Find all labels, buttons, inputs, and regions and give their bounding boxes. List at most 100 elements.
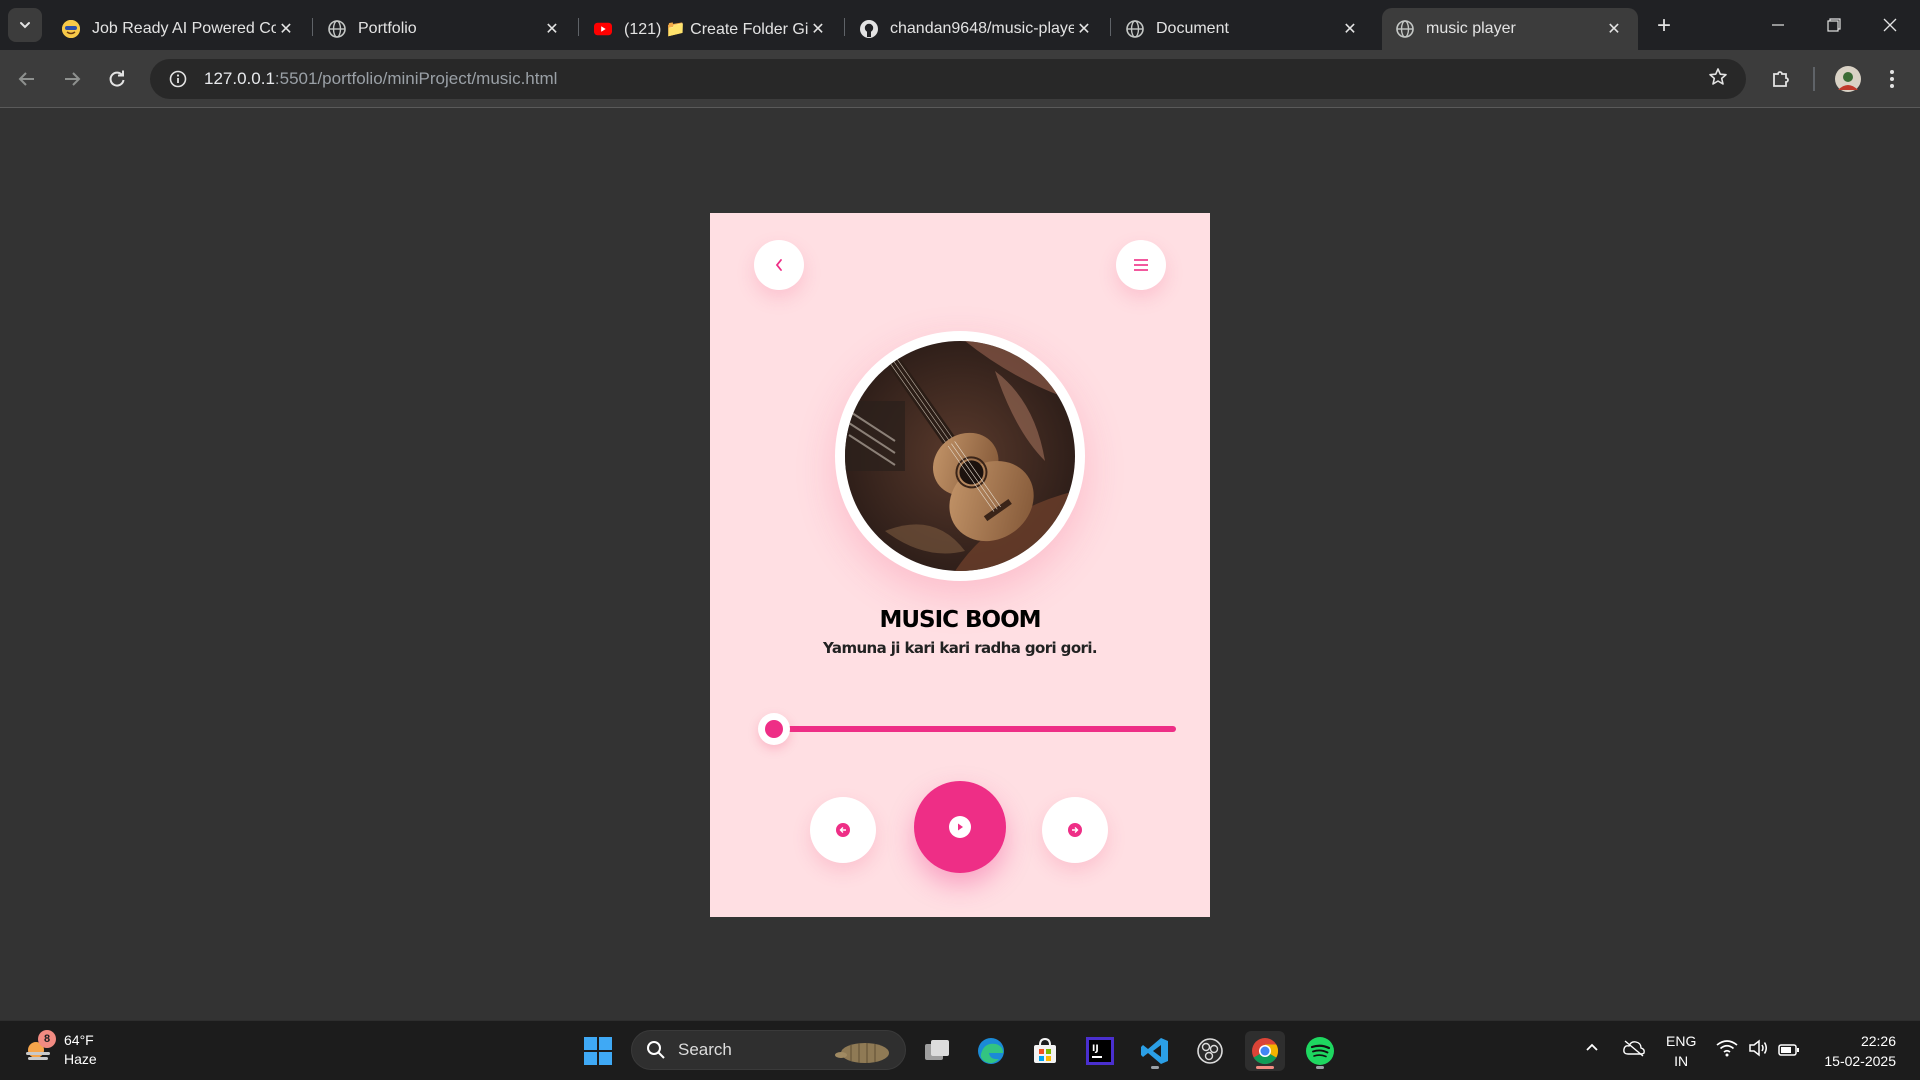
- windows-taskbar: 8 64°F Haze Search IJ ENG IN 22:26 15-02…: [0, 1020, 1920, 1080]
- toolbar-divider: [1813, 67, 1815, 91]
- tab-music-player[interactable]: music player ✕: [1382, 8, 1638, 50]
- bookmark-star-icon[interactable]: [1708, 67, 1728, 93]
- menu-round-button[interactable]: [1116, 240, 1166, 290]
- extensions-button[interactable]: [1765, 63, 1797, 95]
- previous-button[interactable]: [810, 797, 876, 863]
- youtube-icon: [594, 20, 612, 38]
- intellij-app[interactable]: IJ: [1080, 1031, 1120, 1071]
- minimize-icon: [1772, 24, 1784, 26]
- address-bar[interactable]: 127.0.0.1:5501/portfolio/miniProject/mus…: [150, 59, 1746, 99]
- show-hidden-icons-button[interactable]: [1584, 1039, 1600, 1059]
- clock-time: 22:26: [1860, 1033, 1896, 1049]
- browser-toolbar: 127.0.0.1:5501/portfolio/miniProject/mus…: [0, 50, 1920, 108]
- back-button[interactable]: [11, 63, 43, 95]
- tab-title: Document: [1156, 20, 1229, 37]
- globe-icon: [1396, 20, 1414, 38]
- running-indicator: [1151, 1066, 1159, 1069]
- tab-strip: Job Ready AI Powered Coh ✕ Portfolio ✕ (…: [0, 0, 1920, 50]
- profile-avatar[interactable]: [1832, 63, 1864, 95]
- store-icon: [1034, 1037, 1056, 1063]
- next-button[interactable]: [1042, 797, 1108, 863]
- tab-job-ready[interactable]: Job Ready AI Powered Coh ✕: [48, 8, 310, 50]
- chrome-app[interactable]: [1245, 1031, 1285, 1071]
- new-tab-button[interactable]: +: [1650, 12, 1678, 40]
- edge-app[interactable]: [971, 1031, 1011, 1071]
- vscode-app[interactable]: [1135, 1031, 1175, 1071]
- edge-browser-icon: [978, 1038, 1004, 1064]
- song-subtitle: Yamuna ji kari kari radha gori gori.: [823, 639, 1098, 657]
- chevron-up-icon: [1586, 1043, 1598, 1051]
- arrow-forward-icon: [65, 72, 81, 86]
- onedrive-status[interactable]: [1622, 1039, 1646, 1061]
- weather-widget[interactable]: 8 64°F Haze: [22, 1030, 97, 1069]
- site-info-icon[interactable]: [158, 70, 198, 88]
- progress-slider[interactable]: [758, 713, 1176, 745]
- back-round-button[interactable]: [754, 240, 804, 290]
- vscode-icon: [1141, 1038, 1168, 1064]
- play-icon: [949, 816, 971, 838]
- page-viewport: MUSIC BOOM Yamuna ji kari kari radha gor…: [0, 109, 1920, 1020]
- tab-document[interactable]: Document ✕: [1112, 8, 1374, 50]
- puzzle-piece-icon: [1773, 71, 1789, 87]
- emoji-face-icon: [62, 20, 80, 38]
- intellij-idea-icon: IJ: [1086, 1037, 1114, 1065]
- tab-close-icon[interactable]: ✕: [1340, 19, 1360, 39]
- arrow-left-icon: [836, 823, 850, 837]
- tab-separator: [844, 18, 845, 36]
- close-window-button[interactable]: [1862, 0, 1918, 50]
- tab-github[interactable]: chandan9648/music-player ✕: [846, 8, 1108, 50]
- notification-badge: 8: [38, 1030, 56, 1048]
- minimize-button[interactable]: [1750, 0, 1806, 50]
- chevron-down-icon: [20, 22, 30, 29]
- tab-youtube[interactable]: (121) 📁 Create Folder Git ✕: [580, 8, 842, 50]
- region-code: IN: [1674, 1053, 1689, 1069]
- tab-close-icon[interactable]: ✕: [276, 19, 296, 39]
- tab-search-button[interactable]: [8, 8, 42, 42]
- obs-app[interactable]: [1190, 1031, 1230, 1071]
- forward-button[interactable]: [56, 63, 88, 95]
- tab-close-icon[interactable]: ✕: [542, 19, 562, 39]
- tab-close-icon[interactable]: ✕: [808, 19, 828, 39]
- more-vertical-icon: [1890, 70, 1894, 88]
- battery-icon: [1778, 1044, 1800, 1056]
- clock-date: 15-02-2025: [1824, 1053, 1896, 1069]
- song-title: MUSIC BOOM: [879, 607, 1041, 633]
- close-icon: [1883, 18, 1897, 32]
- arrow-back-icon: [18, 72, 34, 86]
- quick-settings-button[interactable]: [1716, 1039, 1800, 1061]
- tab-title: (121) 📁 Create Folder Git: [624, 21, 808, 38]
- chevron-left-icon: [775, 259, 782, 271]
- tab-close-icon[interactable]: ✕: [1604, 19, 1624, 39]
- windows-logo-icon: [584, 1037, 612, 1065]
- tab-close-icon[interactable]: ✕: [1074, 19, 1094, 39]
- tab-title: music player: [1426, 20, 1516, 37]
- progress-track[interactable]: [770, 726, 1176, 732]
- system-clock[interactable]: 22:26 15-02-2025: [1824, 1031, 1896, 1071]
- chrome-menu-button[interactable]: [1876, 63, 1908, 95]
- start-button[interactable]: [578, 1031, 618, 1071]
- tab-separator: [1110, 18, 1111, 36]
- cloud-offline-icon: [1623, 1040, 1645, 1057]
- volume-icon: [1749, 1039, 1768, 1057]
- progress-thumb[interactable]: [758, 713, 790, 745]
- restore-button[interactable]: [1806, 0, 1862, 50]
- url-host: 127.0.0.1: [204, 69, 275, 88]
- taskbar-search[interactable]: Search: [631, 1030, 906, 1070]
- restore-icon: [1827, 18, 1841, 32]
- language-indicator[interactable]: ENG IN: [1666, 1031, 1696, 1071]
- play-button[interactable]: [914, 781, 1006, 873]
- tab-portfolio[interactable]: Portfolio ✕: [314, 8, 576, 50]
- task-view-button[interactable]: [917, 1031, 957, 1071]
- tab-title: chandan9648/music-player: [890, 20, 1074, 37]
- armadillo-search-highlight-icon: [835, 1043, 889, 1063]
- github-icon: [860, 20, 878, 38]
- running-indicator: [1316, 1066, 1324, 1069]
- globe-icon: [328, 20, 346, 38]
- weather-temperature: 64°F: [64, 1032, 94, 1048]
- reload-button[interactable]: [101, 63, 133, 95]
- spotify-app[interactable]: [1300, 1031, 1340, 1071]
- svg-text:IJ: IJ: [1092, 1044, 1099, 1054]
- microsoft-store-app[interactable]: [1025, 1031, 1065, 1071]
- language-code: ENG: [1666, 1033, 1697, 1049]
- reload-icon: [109, 70, 125, 87]
